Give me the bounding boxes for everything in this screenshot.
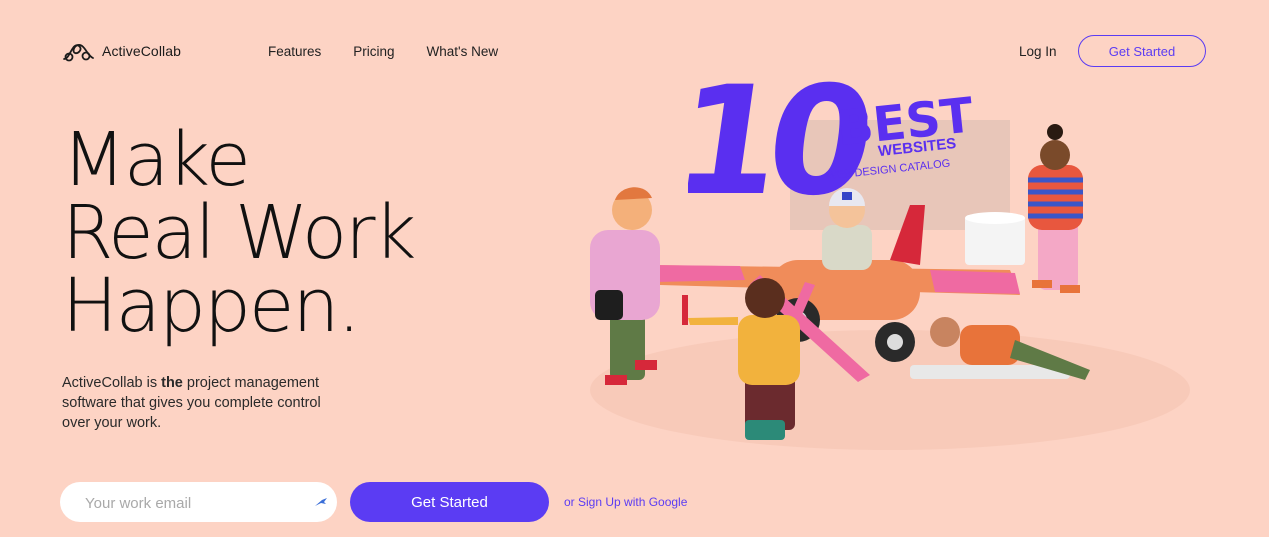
brand-name: ActiveCollab [102,43,182,59]
paint-tray [965,212,1025,265]
email-field[interactable] [83,482,307,524]
hero-title-line-2: Real Work [62,190,416,276]
nav-link-whats-new[interactable]: What's New [427,44,499,59]
ten-best-websites-badge: 10 BEST WEBSITES WEB DESIGN CATALOG [688,58,976,208]
hero-get-started-button[interactable]: Get Started [350,482,549,522]
password-manager-icon[interactable] [313,494,329,510]
hero-subtitle-bold: the [161,375,183,391]
nav-get-started-button[interactable]: Get Started [1078,35,1206,67]
hero-subtitle-pre: ActiveCollab is [62,375,162,391]
hero-title-line-3: Happen. [62,263,361,349]
email-field-wrapper [60,482,337,524]
brand-logo[interactable]: ActiveCollab [62,40,181,62]
nav-link-features[interactable]: Features [268,44,321,59]
google-signup-link[interactable]: or Sign Up with Google [564,495,687,509]
hero-subtitle: ActiveCollab is the project management s… [62,373,342,433]
nav-link-pricing[interactable]: Pricing [353,44,394,59]
painter-figure-right [1028,124,1083,293]
activecollab-logo-icon [63,43,94,62]
nav-links: Features Pricing What's New [268,44,498,59]
login-link[interactable]: Log In [1019,44,1057,59]
hero-title-line-1: Make [62,117,251,203]
hero-title: Make Real Work Happen. [62,117,416,349]
